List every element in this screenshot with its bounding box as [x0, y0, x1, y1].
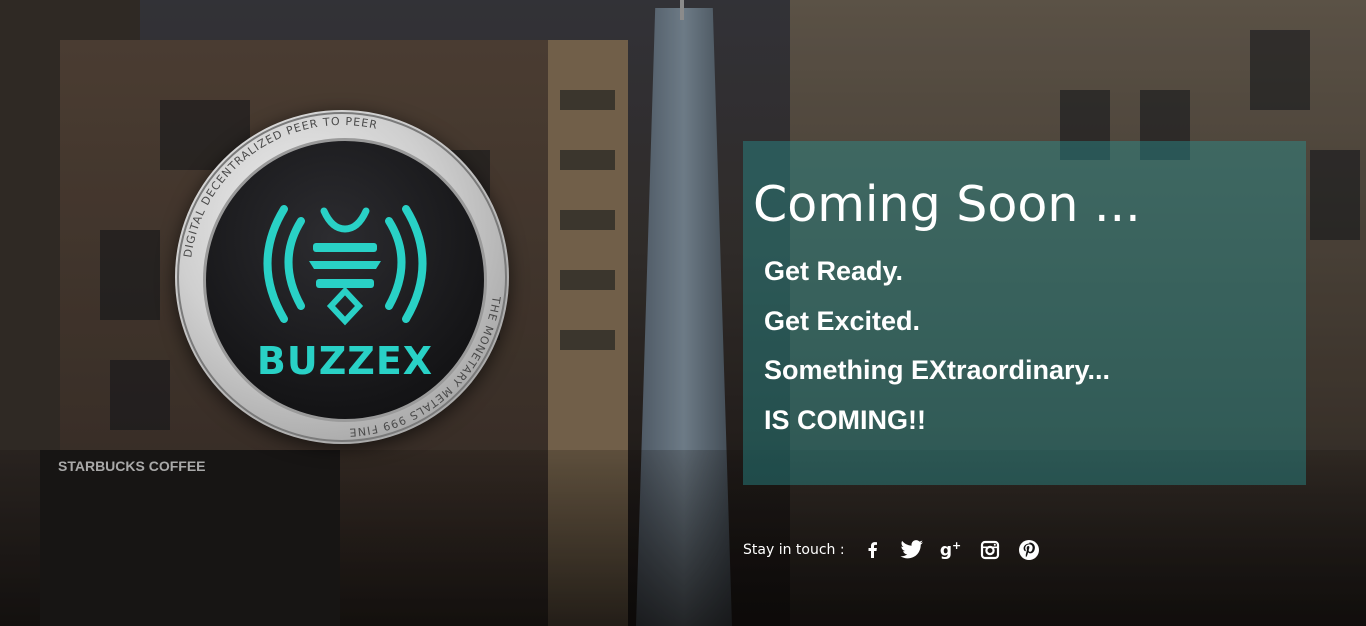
hero-line-1: Get Ready. — [764, 256, 904, 286]
hero-line-2: Get Excited. — [764, 306, 921, 336]
hero-line-4: IS COMING!! — [764, 405, 926, 435]
google-plus-icon[interactable]: g+ — [939, 538, 963, 562]
coin-edge-text: DIGITAL DECENTRALIZED PEER TO PEER THE M… — [181, 115, 503, 439]
social-bar: Stay in touch : g+ — [743, 538, 1056, 562]
buzzex-coin-logo: BUZZEX DIGITAL DECENTRALIZED PEER TO PEE… — [175, 110, 509, 444]
instagram-icon[interactable] — [978, 538, 1002, 562]
coin-ring-text-top: DIGITAL DECENTRALIZED PEER TO PEER — [181, 115, 378, 259]
facebook-icon[interactable] — [861, 538, 885, 562]
stay-in-touch-label: Stay in touch : — [743, 542, 845, 558]
pinterest-icon[interactable] — [1017, 538, 1041, 562]
coin-ring-text-bottom: THE MONETARY METALS 999 FINE — [348, 295, 502, 439]
twitter-icon[interactable] — [900, 538, 924, 562]
svg-text:THE MONETARY METALS 999 FINE: THE MONETARY METALS 999 FINE — [348, 295, 503, 439]
hero-line-3: Something EXtraordinary... — [764, 355, 1111, 385]
page-title: Coming Soon ... — [753, 176, 1141, 233]
svg-text:DIGITAL DECENTRALIZED PEER TO: DIGITAL DECENTRALIZED PEER TO PEER — [181, 115, 379, 259]
